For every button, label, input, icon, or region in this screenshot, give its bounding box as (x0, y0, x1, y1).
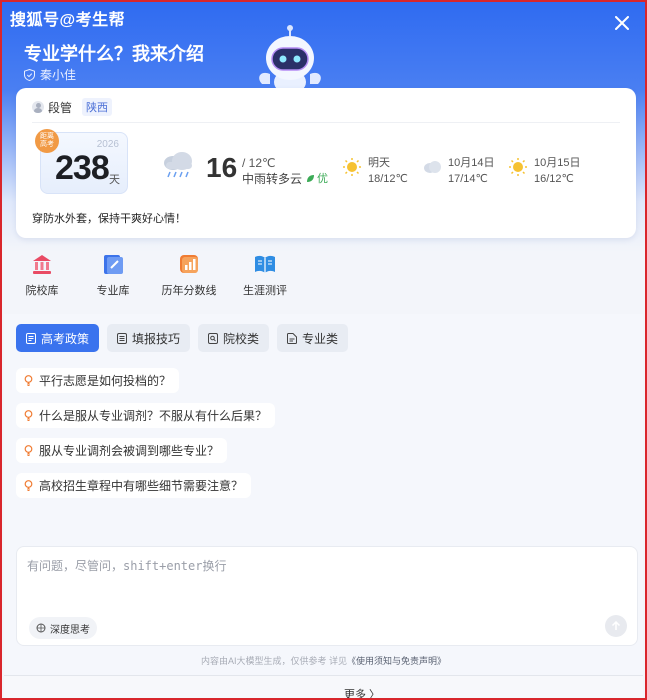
close-icon (615, 16, 629, 30)
college-icon (33, 255, 51, 274)
major-icon (104, 255, 123, 274)
terms-link[interactable]: 《使用须知与免责声明》 (347, 656, 446, 666)
shield-icon (24, 68, 35, 81)
info-card: 段管 陕西 距离 高考 2026 238 天 16 / 12℃ 中雨转多云 优 … (16, 88, 636, 238)
sun-icon (343, 158, 361, 176)
forecast-day-2: 10月14日 17/14℃ (448, 157, 495, 185)
chat-window: 搜狐号@考生帮 专业学什么？我来介绍 秦小佳 段管 陕西 距离 高考 2026 … (0, 0, 647, 700)
disclaimer: 内容由AI大模型生成，仅供参考 详见《使用须知与免责声明》 (200, 656, 447, 666)
avatar (32, 101, 44, 113)
watermark: 搜狐号@考生帮 (10, 12, 126, 29)
list-icon (117, 332, 128, 344)
question-item[interactable]: 服从专业调剂会被调到哪些专业？ (16, 438, 228, 463)
deep-think-toggle[interactable]: 深度思考 (29, 617, 97, 639)
chat-panel: 高考政策 填报技巧 院校类 专业类 平行志愿是如何投档的？ 什么是服从专业调剂？… (4, 314, 643, 698)
brain-icon (36, 623, 46, 633)
question-item[interactable]: 平行志愿是如何投档的？ (16, 368, 180, 393)
tool-shortcuts: 院校库 专业库 历年分数线 生涯测评 (20, 252, 298, 298)
close-button[interactable] (611, 12, 633, 34)
topic-tabs: 高考政策 填报技巧 院校类 专业类 (16, 324, 349, 352)
page-title: 专业学什么？我来介绍 (24, 44, 204, 64)
divider (32, 122, 620, 123)
forecast-day-1: 明天 18/12℃ (368, 157, 408, 185)
forecast-day-3: 10月15日 16/12℃ (534, 157, 581, 185)
author: 秦小佳 (24, 66, 76, 83)
tool-college-library[interactable]: 院校库 (20, 252, 64, 298)
lightbulb-icon (24, 375, 33, 386)
document-icon (26, 332, 36, 344)
countdown-days: 238 (55, 149, 110, 187)
more-bar: 更多 〉 (4, 675, 643, 698)
chat-input-box: 深度思考 (16, 546, 638, 646)
lightbulb-icon (24, 410, 33, 421)
tab-majors[interactable]: 专业类 (277, 324, 349, 352)
air-quality: 优 (306, 170, 328, 186)
file-icon (287, 332, 298, 344)
question-item[interactable]: 什么是服从专业调剂？不服从有什么后果？ (16, 403, 276, 428)
lightbulb-icon (24, 445, 33, 456)
chat-input[interactable] (27, 557, 587, 597)
rain-cloud-icon (164, 152, 192, 178)
tool-score-lines[interactable]: 历年分数线 (156, 252, 222, 298)
sun-icon (509, 158, 527, 176)
user-row: 段管 陕西 (32, 98, 113, 116)
tool-major-library[interactable]: 专业库 (80, 252, 146, 298)
countdown-unit: 天 (109, 174, 120, 186)
author-name: 秦小佳 (40, 68, 77, 82)
tab-filling-tips[interactable]: 填报技巧 (107, 324, 191, 352)
weather-tip: 穿防水外套，保持干爽好心情！ (32, 213, 186, 225)
send-button[interactable] (605, 615, 627, 637)
career-icon (255, 255, 275, 273)
cloud-icon (424, 161, 441, 173)
region-badge[interactable]: 陕西 (82, 98, 113, 116)
lightbulb-icon (24, 480, 33, 491)
tab-colleges[interactable]: 院校类 (198, 324, 270, 352)
suggested-questions: 平行志愿是如何投档的？ 什么是服从专业调剂？不服从有什么后果？ 服从专业调剂会被… (16, 368, 276, 498)
tool-career-assessment[interactable]: 生涯测评 (232, 252, 298, 298)
score-line-icon (180, 255, 198, 273)
search-doc-icon (208, 332, 219, 344)
question-item[interactable]: 高校招生章程中有哪些细节需要注意？ (16, 473, 252, 498)
gaokao-countdown: 距离 高考 2026 238 天 (35, 129, 128, 194)
weather-desc: 中雨转多云 (242, 172, 303, 186)
more-button[interactable]: 更多 〉 (344, 686, 380, 698)
tab-gaokao-policy[interactable]: 高考政策 (16, 324, 100, 352)
arrow-up-icon (611, 621, 621, 630)
user-name: 段管 (48, 100, 73, 115)
low-temp: / 12℃ (242, 156, 276, 170)
leaf-icon (307, 174, 314, 182)
current-temp: 16 (206, 152, 238, 183)
